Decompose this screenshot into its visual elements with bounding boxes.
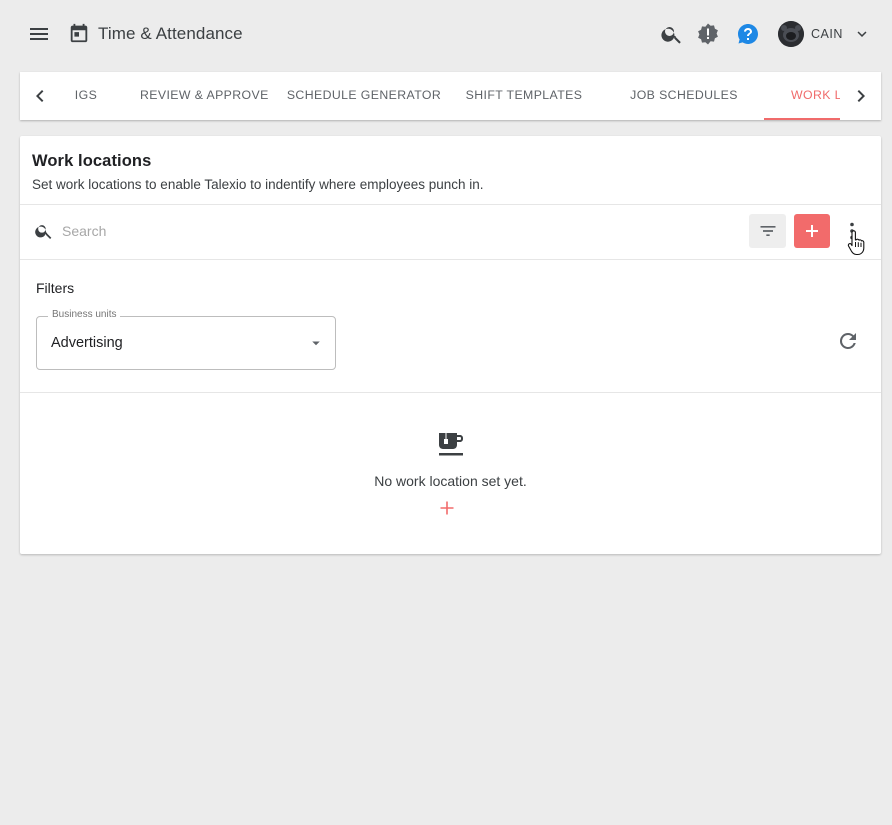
top-app-bar: Time & Attendance CAIN: [0, 0, 892, 68]
menu-icon[interactable]: [27, 22, 51, 46]
search-icon[interactable]: [660, 22, 684, 46]
refresh-icon[interactable]: [836, 329, 860, 353]
coffee-cup-icon: [436, 430, 466, 460]
add-work-location-button[interactable]: [794, 214, 830, 248]
work-locations-card: Work locations Set work locations to ena…: [20, 136, 881, 554]
tab-bar: IGS REVIEW & APPROVE SCHEDULE GENERATOR …: [20, 72, 881, 120]
calendar-icon: [68, 22, 90, 44]
tab-settings-partial[interactable]: IGS: [60, 72, 116, 120]
search-icon: [34, 221, 54, 241]
business-units-legend: Business units: [48, 309, 121, 320]
filters-label: Filters: [36, 280, 75, 296]
mouse-cursor-icon: [846, 230, 868, 256]
user-name: CAIN: [811, 27, 843, 41]
empty-state-message: No work location set yet.: [374, 473, 527, 489]
tab-schedule-generator[interactable]: SCHEDULE GENERATOR: [286, 72, 442, 120]
tab-review-approve[interactable]: REVIEW & APPROVE: [140, 72, 268, 120]
page-subtitle: Set work locations to enable Talexio to …: [32, 177, 484, 192]
add-icon[interactable]: [437, 498, 457, 518]
help-icon[interactable]: [736, 22, 760, 46]
filter-toggle-button[interactable]: [749, 214, 786, 248]
tab-job-schedules[interactable]: JOB SCHEDULES: [628, 72, 740, 120]
app-title: Time & Attendance: [98, 24, 243, 43]
divider: [20, 259, 881, 260]
alert-badge-icon[interactable]: [696, 22, 720, 46]
tab-scroll-left-icon[interactable]: [28, 84, 52, 108]
search-input[interactable]: [62, 219, 662, 243]
tab-scroll-right-icon[interactable]: [849, 84, 873, 108]
tab-shift-templates[interactable]: SHIFT TEMPLATES: [460, 72, 588, 120]
tab-viewport: IGS REVIEW & APPROVE SCHEDULE GENERATOR …: [60, 72, 840, 120]
dropdown-arrow-icon: [312, 341, 320, 346]
filter-list-icon: [760, 226, 775, 236]
divider: [20, 204, 881, 205]
page-title: Work locations: [32, 152, 152, 170]
business-units-select[interactable]: Business units Advertising: [36, 309, 336, 370]
avatar: [778, 21, 804, 47]
business-units-value: Advertising: [51, 335, 123, 351]
divider: [20, 392, 881, 393]
tab-work-locations[interactable]: WORK LO: [764, 72, 840, 120]
plus-icon: [806, 225, 818, 237]
user-menu[interactable]: CAIN: [778, 20, 871, 48]
chevron-down-icon: [857, 31, 867, 37]
